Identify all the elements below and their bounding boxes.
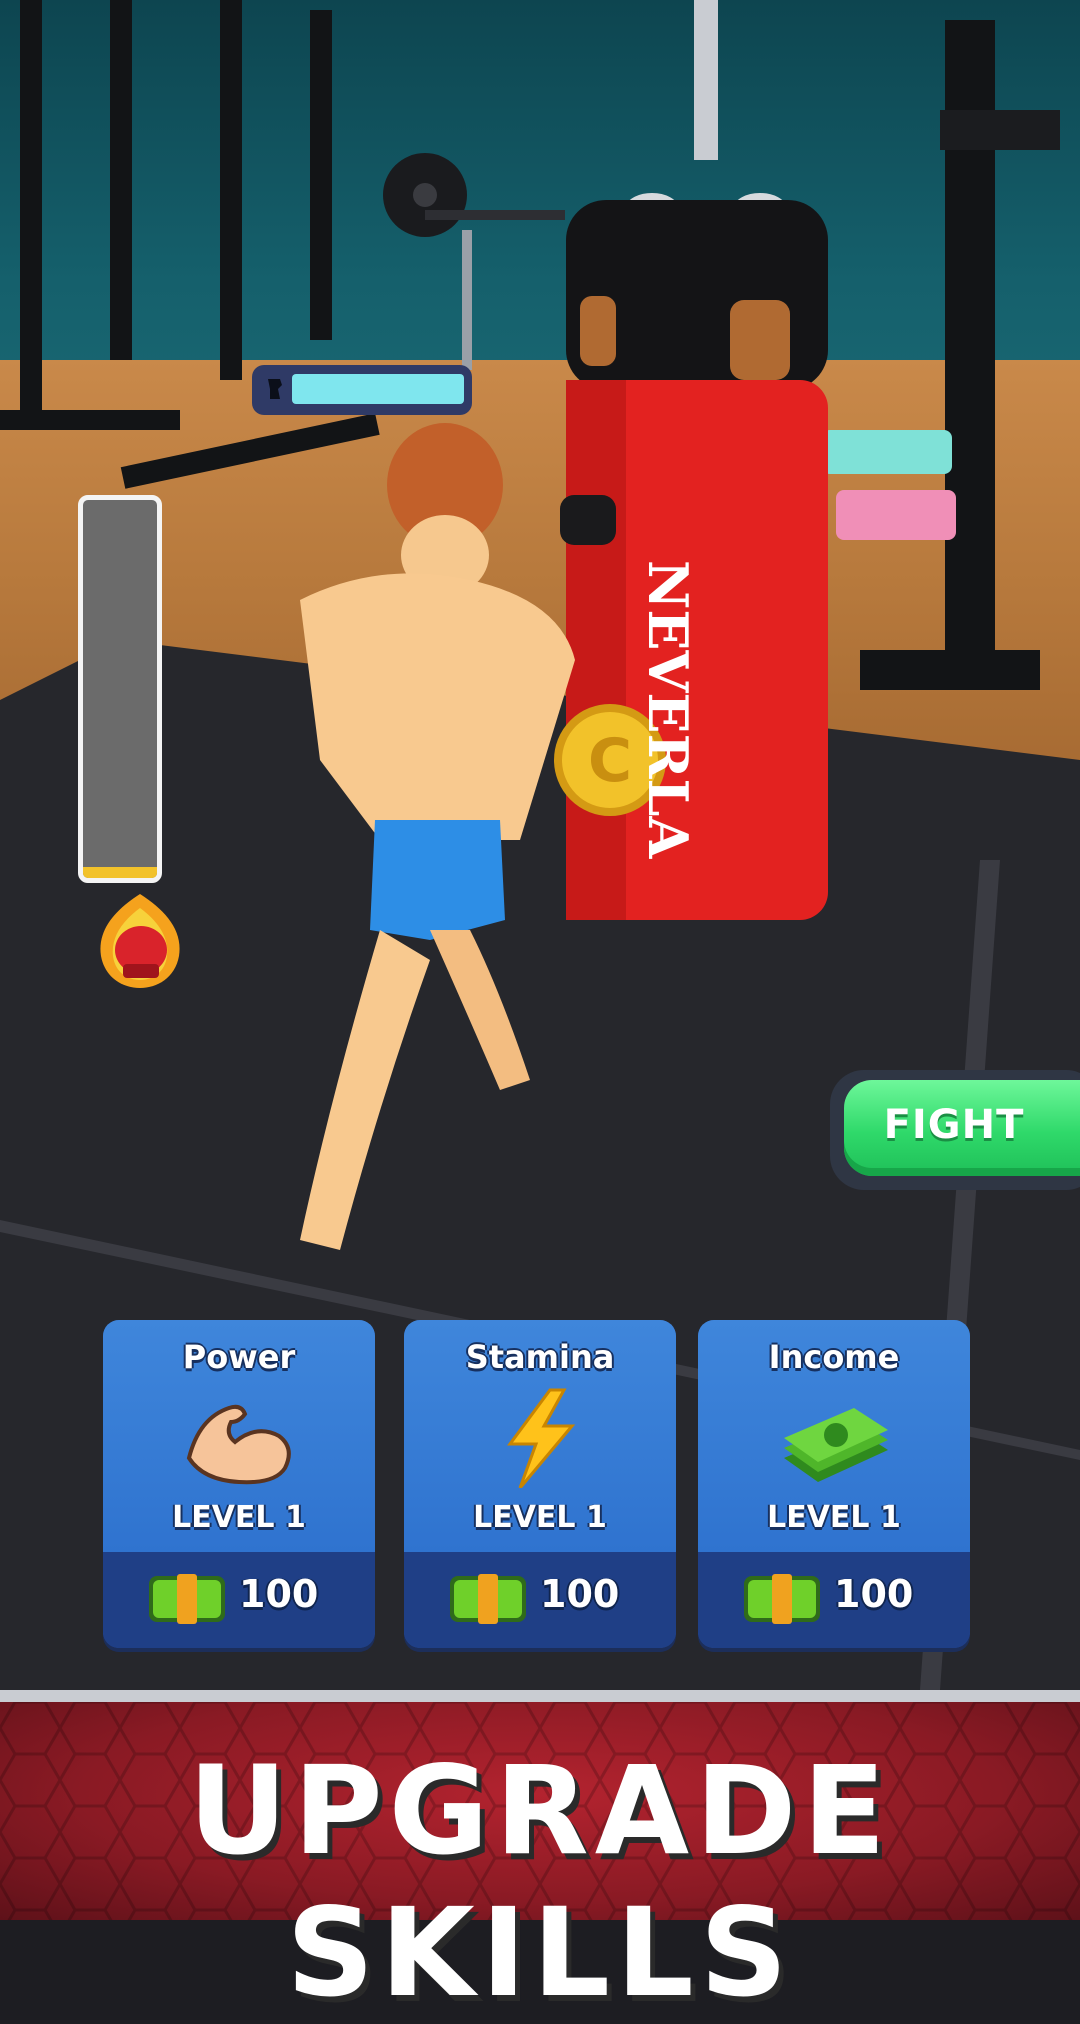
player-stamina-bar	[252, 365, 472, 415]
banner-divider	[0, 1690, 1080, 1702]
upgrade-level: LEVEL 1	[473, 1500, 607, 1535]
upgrade-card-power[interactable]: Power LEVEL 1 100	[103, 1320, 375, 1648]
fight-button[interactable]: FIGHT	[830, 1070, 1080, 1190]
upgrade-title: Power	[182, 1338, 296, 1376]
upgrade-cost: 100	[239, 1572, 319, 1616]
punch-power-meter	[78, 495, 162, 883]
cash-icon	[450, 1574, 526, 1624]
upgrade-title: Stamina	[465, 1338, 615, 1376]
fight-button-label: FIGHT	[883, 1102, 1025, 1148]
cash-stack-icon	[784, 1408, 888, 1482]
bag-brand: NEVERLA	[636, 560, 700, 859]
upgrade-card-stamina[interactable]: Stamina LEVEL 1 100	[404, 1320, 676, 1648]
stamina-fill	[292, 374, 464, 404]
cash-icon	[149, 1574, 225, 1624]
cash-icon	[744, 1574, 820, 1624]
upgrade-card-income[interactable]: Income LEVEL 1 100	[698, 1320, 970, 1648]
upgrade-title: Income	[768, 1338, 900, 1376]
power-meter-fill	[83, 866, 157, 878]
lightning-bolt-icon	[507, 1388, 576, 1488]
upgrade-cost: 100	[540, 1572, 620, 1616]
fist-icon	[268, 379, 282, 399]
boxing-glove-fire-icon	[100, 894, 180, 988]
upgrade-level: LEVEL 1	[172, 1500, 306, 1535]
coin-symbol: C	[587, 726, 633, 796]
banner-title: UPGRADE SKILLS	[188, 1740, 892, 2024]
upgrade-level: LEVEL 1	[767, 1500, 901, 1535]
fight-button-face: FIGHT	[844, 1080, 1080, 1176]
upgrade-cost: 100	[834, 1572, 914, 1616]
flexed-bicep-icon	[186, 1404, 291, 1485]
